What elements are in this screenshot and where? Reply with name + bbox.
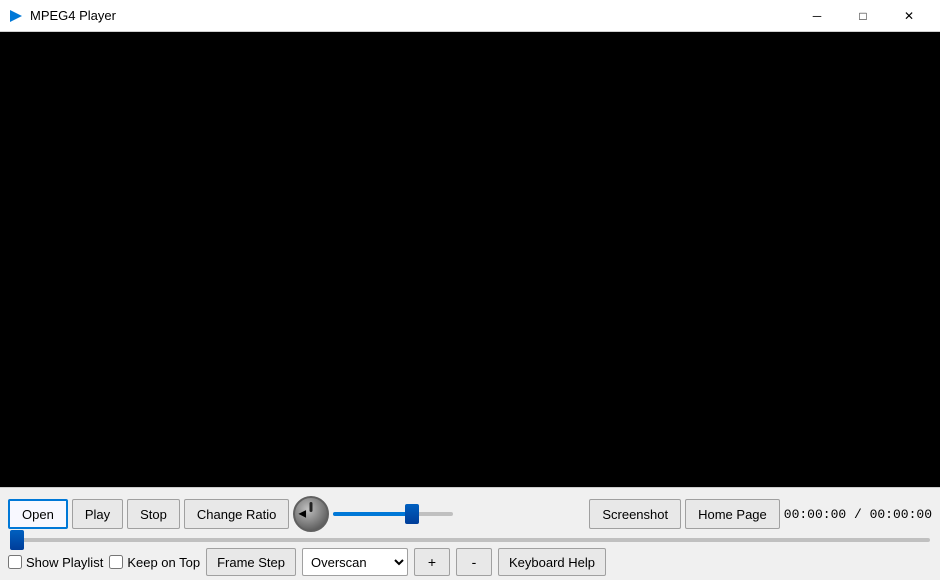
home-page-button[interactable]: Home Page [685, 499, 780, 529]
time-display: 00:00:00 / 00:00:00 [784, 507, 932, 522]
keep-on-top-checkbox[interactable] [109, 555, 123, 569]
show-playlist-checkbox[interactable] [8, 555, 22, 569]
minimize-button[interactable]: ─ [794, 0, 840, 32]
overscan-dropdown[interactable]: Overscan No Overscan [302, 548, 408, 576]
play-button[interactable]: Play [72, 499, 123, 529]
secondary-controls-row: Show Playlist Keep on Top Frame Step Ove… [8, 548, 932, 576]
volume-knob[interactable]: ◀ [293, 496, 329, 532]
main-controls-row: Open Play Stop Change Ratio ◀ Screenshot… [8, 496, 932, 532]
open-button[interactable]: Open [8, 499, 68, 529]
plus-button[interactable]: + [414, 548, 450, 576]
change-ratio-button[interactable]: Change Ratio [184, 499, 290, 529]
video-display [0, 32, 940, 487]
keep-on-top-text: Keep on Top [127, 555, 200, 570]
app-icon [8, 8, 24, 24]
stop-button[interactable]: Stop [127, 499, 180, 529]
window-title: MPEG4 Player [30, 8, 794, 23]
volume-thumb[interactable] [405, 504, 419, 524]
volume-arrow-icon: ◀ [298, 509, 306, 520]
seek-bar[interactable] [10, 538, 930, 542]
volume-section [333, 512, 585, 516]
keep-on-top-label[interactable]: Keep on Top [109, 555, 200, 570]
screenshot-button[interactable]: Screenshot [589, 499, 681, 529]
title-bar: MPEG4 Player ─ □ ✕ [0, 0, 940, 32]
close-button[interactable]: ✕ [886, 0, 932, 32]
minus-button[interactable]: - [456, 548, 492, 576]
volume-fill [333, 512, 411, 516]
show-playlist-text: Show Playlist [26, 555, 103, 570]
seek-bar-row [8, 538, 932, 542]
frame-step-button[interactable]: Frame Step [206, 548, 296, 576]
maximize-button[interactable]: □ [840, 0, 886, 32]
show-playlist-label[interactable]: Show Playlist [8, 555, 103, 570]
keyboard-help-button[interactable]: Keyboard Help [498, 548, 606, 576]
seek-thumb[interactable] [10, 530, 24, 550]
volume-slider[interactable] [333, 512, 453, 516]
controls-area: Open Play Stop Change Ratio ◀ Screenshot… [0, 487, 940, 580]
window-controls: ─ □ ✕ [794, 0, 932, 32]
